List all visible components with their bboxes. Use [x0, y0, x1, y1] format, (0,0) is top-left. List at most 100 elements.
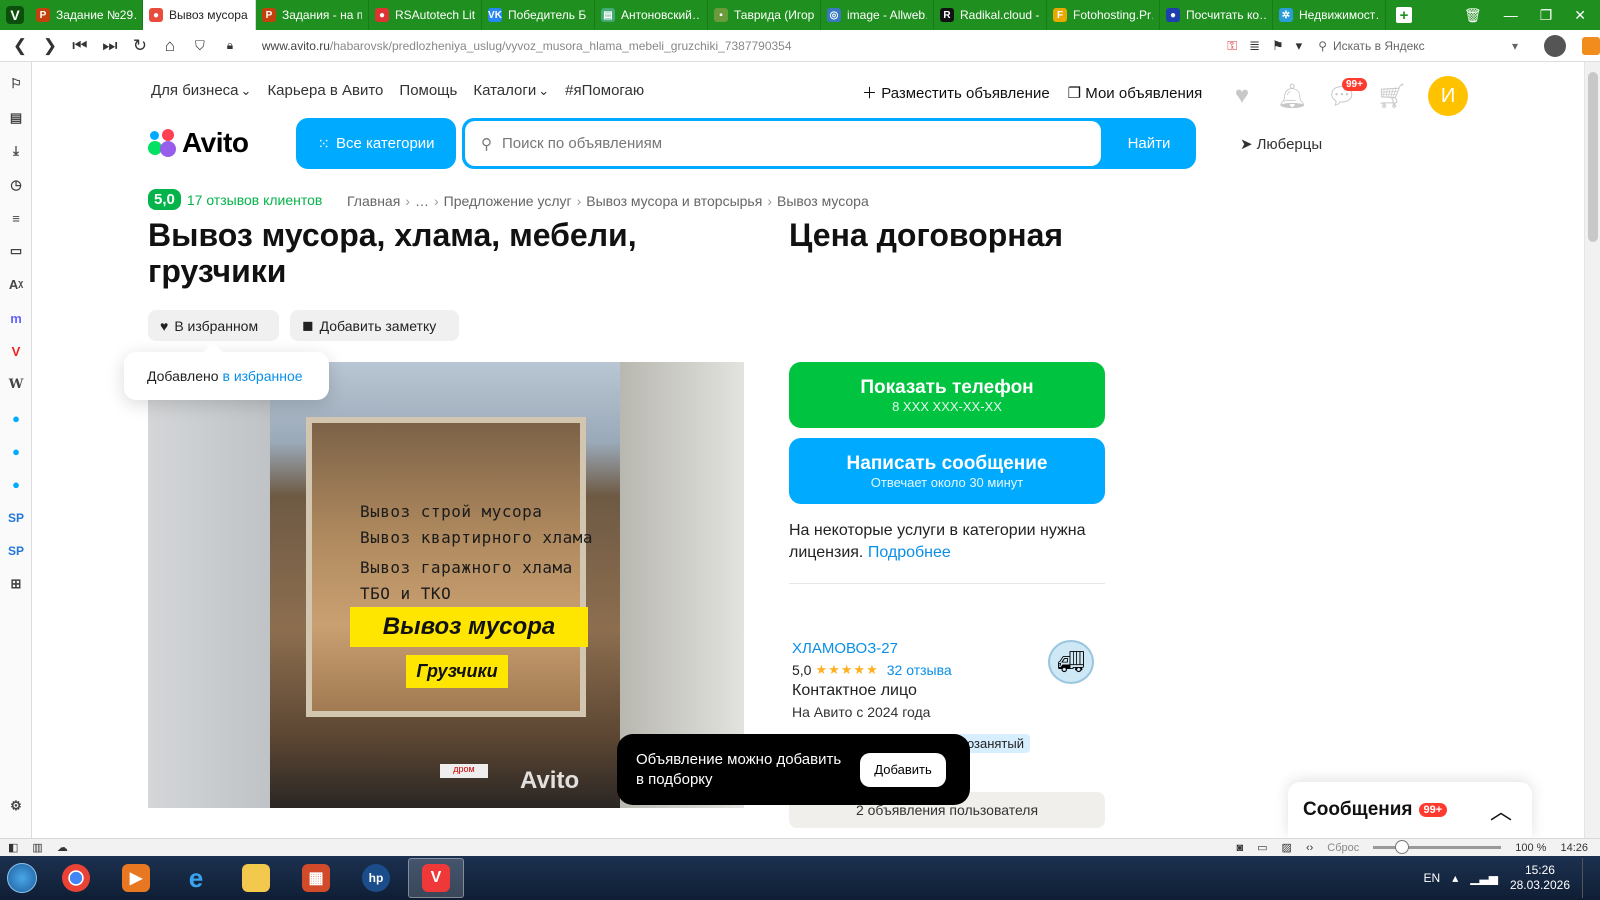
maximize-button[interactable]: ❐: [1540, 7, 1553, 24]
show-desktop-button[interactable]: [1582, 858, 1590, 898]
tile-icon[interactable]: ▥: [32, 841, 42, 854]
rewind-button[interactable]: ⏮: [68, 34, 92, 58]
browser-tab[interactable]: ● RSAutotech Lit…: [369, 0, 482, 30]
messages-chat-icon[interactable]: 💬︎ 99+: [1327, 78, 1367, 110]
window-icon[interactable]: ▭: [1257, 841, 1267, 854]
add-to-collection-button[interactable]: Добавить: [860, 752, 946, 787]
minimize-button[interactable]: —: [1504, 7, 1518, 23]
seller-reviews-link[interactable]: 32 отзыва: [887, 662, 952, 678]
lock-icon[interactable]: 🔒︎: [218, 34, 242, 58]
notes-icon[interactable]: ≡: [6, 208, 26, 228]
taskbar-app[interactable]: ▦: [288, 858, 344, 898]
vivaldi-menu-button[interactable]: V: [0, 0, 30, 30]
nav-career[interactable]: Карьера в Авито: [267, 82, 383, 99]
chevron-up-icon[interactable]: ︿: [1490, 794, 1512, 826]
scrollbar-thumb[interactable]: [1588, 72, 1598, 242]
network-icon[interactable]: ▁▃▅: [1470, 871, 1498, 885]
key-icon[interactable]: ⚿: [1227, 38, 1237, 54]
wikipedia-icon[interactable]: W: [6, 374, 26, 394]
favorites-link[interactable]: в избранное: [223, 368, 303, 384]
browser-tab[interactable]: ● Посчитать ко…: [1160, 0, 1273, 30]
messages-panel[interactable]: Сообщения 99+ ︿: [1288, 782, 1532, 838]
bookmark-icon[interactable]: ⚑: [1272, 38, 1284, 54]
vivaldi-icon[interactable]: V: [6, 341, 26, 361]
browser-tab[interactable]: R Radikal.cloud -…: [934, 0, 1047, 30]
seller-avatar[interactable]: 🚚︎: [1048, 640, 1094, 684]
browser-tab[interactable]: ● Вывоз мусора…: [143, 0, 256, 30]
zoom-slider-handle[interactable]: [1395, 840, 1410, 854]
reading-list-icon[interactable]: ▤: [6, 108, 26, 128]
reader-icon[interactable]: ≣: [1249, 38, 1260, 54]
cloud-icon[interactable]: ☁: [57, 841, 68, 854]
camera-icon[interactable]: ◙: [1236, 842, 1243, 854]
taskbar-explorer[interactable]: [228, 858, 284, 898]
license-more-link[interactable]: Подробнее: [868, 544, 951, 561]
browser-tab[interactable]: ▪ Таврида (Игор…: [708, 0, 821, 30]
settings-icon[interactable]: ⚙: [6, 796, 26, 816]
post-ad-link[interactable]: ＋ Разместить объявление: [862, 82, 1050, 103]
avito-panel-icon[interactable]: ●: [6, 474, 26, 494]
url-field[interactable]: www.avito.ru/habarovsk/predlozheniya_usl…: [262, 39, 1221, 53]
breadcrumb-item[interactable]: …: [415, 193, 429, 209]
browser-tab[interactable]: P Задания - на п…: [256, 0, 369, 30]
browser-tab[interactable]: ✲ Недвижимост…: [1273, 0, 1386, 30]
chevron-down-icon[interactable]: ▾: [1296, 38, 1303, 54]
notifications-bell-icon[interactable]: 🔔︎: [1277, 82, 1307, 110]
favorite-button[interactable]: ♥ В избранном: [148, 310, 279, 341]
fast-forward-button[interactable]: ⏭: [98, 34, 122, 58]
profile-icon[interactable]: [1544, 34, 1567, 57]
avatar[interactable]: И: [1428, 76, 1468, 116]
reload-icon[interactable]: ↻: [128, 34, 152, 58]
taskbar-ie[interactable]: e: [168, 858, 224, 898]
favorites-heart-icon[interactable]: ♥: [1228, 82, 1256, 110]
nav-business[interactable]: Для бизнеса: [151, 82, 251, 99]
browser-tab[interactable]: ◎ image - Allweb…: [821, 0, 934, 30]
extension-icon[interactable]: [1582, 36, 1600, 55]
breadcrumb-item[interactable]: Вывоз мусора и вторсырья: [586, 193, 762, 209]
image-icon[interactable]: ▨: [1282, 841, 1292, 854]
zoom-slider[interactable]: [1373, 840, 1502, 854]
forward-button[interactable]: ❯: [38, 34, 62, 58]
system-clock[interactable]: 15:26 28.03.2026: [1510, 863, 1570, 893]
avito-panel-icon[interactable]: ●: [6, 441, 26, 461]
browser-tab[interactable]: ▤ Антоновский…: [595, 0, 708, 30]
rating-reviews[interactable]: 17 отзывов клиентов: [187, 192, 323, 208]
write-message-button[interactable]: Написать сообщение Отвечает около 30 мин…: [789, 438, 1105, 504]
listing-photo[interactable]: Вывоз строй мусора Вывоз квартирного хла…: [270, 362, 620, 808]
search-input[interactable]: ⚲ Поиск по объявлениям: [465, 121, 1101, 166]
taskbar-media-player[interactable]: ▶: [108, 858, 164, 898]
avito-logo[interactable]: Avito: [148, 127, 249, 159]
avito-panel-icon[interactable]: ●: [6, 408, 26, 428]
tray-chevron-icon[interactable]: ▴: [1452, 871, 1458, 885]
show-phone-button[interactable]: Показать телефон 8 XXX XXX-XX-XX: [789, 362, 1105, 428]
language-indicator[interactable]: EN: [1424, 871, 1441, 885]
browser-tab[interactable]: P Задание №29…: [30, 0, 143, 30]
breadcrumb-item[interactable]: Предложение услуг: [444, 193, 572, 209]
taskbar-vivaldi[interactable]: V: [408, 858, 464, 898]
zoom-reset-label[interactable]: Сброс: [1327, 842, 1359, 854]
taskbar-hp[interactable]: hp: [348, 858, 404, 898]
trash-icon[interactable]: 🗑: [1464, 7, 1482, 24]
panel-toggle-icon[interactable]: ◧: [8, 841, 18, 854]
sp-panel-icon[interactable]: SP: [6, 508, 26, 528]
code-icon[interactable]: ‹›: [1306, 842, 1313, 854]
add-panel-icon[interactable]: ⊞: [6, 574, 26, 594]
shield-icon[interactable]: ⛉: [188, 34, 212, 58]
yandex-search-field[interactable]: ⚲ Искать в Яндекс ▾: [1318, 39, 1518, 53]
nav-catalogs[interactable]: Каталоги: [473, 82, 549, 99]
close-window-button[interactable]: ✕: [1574, 7, 1586, 24]
breadcrumb-item[interactable]: Вывоз мусора: [777, 193, 869, 209]
mastodon-icon[interactable]: m: [6, 308, 26, 328]
page-scrollbar[interactable]: [1584, 62, 1600, 838]
chevron-down-icon[interactable]: ▾: [1512, 39, 1518, 53]
my-ads-link[interactable]: ❐ Мои объявления: [1068, 84, 1203, 102]
browser-tab[interactable]: F Fotohosting.Pr…: [1047, 0, 1160, 30]
all-categories-button[interactable]: ⁙ Все категории: [296, 118, 456, 169]
location-selector[interactable]: ➤ Люберцы: [1240, 135, 1322, 154]
cart-icon[interactable]: 🛒︎: [1377, 82, 1407, 110]
history-icon[interactable]: ◷: [6, 175, 26, 195]
nav-help[interactable]: Помощь: [399, 82, 457, 99]
downloads-icon[interactable]: ⤓: [6, 141, 26, 161]
new-tab-button[interactable]: +: [1392, 0, 1416, 30]
start-button[interactable]: [0, 856, 44, 900]
